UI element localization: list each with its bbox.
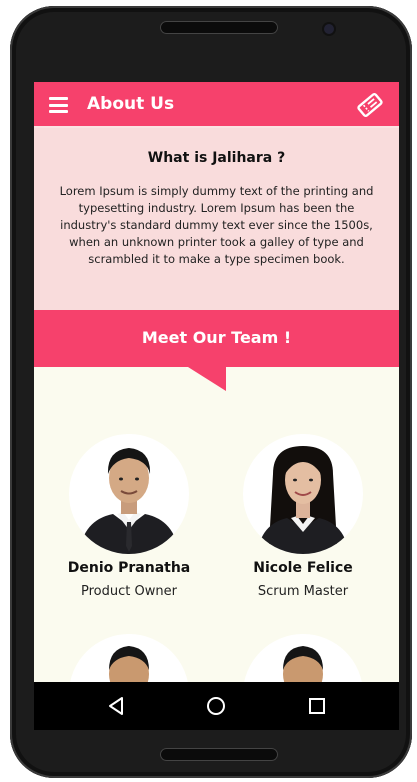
about-section: What is Jalihara ? Lorem Ipsum is simply… [34,128,399,310]
android-nav-bar [34,682,399,730]
avatar [69,434,189,554]
hamburger-menu-icon[interactable] [49,97,68,113]
app-bar: About Us [34,82,399,128]
back-triangle-icon[interactable] [104,694,128,718]
avatar [69,634,189,682]
member-name: Denio Pranatha [67,560,191,576]
member-role: Product Owner [81,584,177,599]
avatar [243,634,363,682]
team-member-card: Denio Pranatha Product Owner [49,434,209,599]
team-member-card: Nicole Felice Scrum Master [223,434,383,599]
member-role: Scrum Master [257,584,349,599]
avatar [243,434,363,554]
team-banner: Meet Our Team ! [34,310,399,367]
ticket-icon[interactable] [356,91,384,119]
team-banner-title: Meet Our Team ! [141,328,292,347]
about-description: Lorem Ipsum is simply dummy text of the … [59,184,374,266]
member-name: Nicole Felice [253,560,353,576]
about-heading: What is Jalihara ? [147,150,286,166]
recents-square-icon[interactable] [305,694,329,718]
bottom-speaker [160,748,278,761]
front-camera [324,24,334,34]
page-title: About Us [87,94,175,114]
banner-speech-tail [188,367,226,391]
home-circle-icon[interactable] [204,694,228,718]
app-screen: About Us What is Jalihara ? Lorem Ipsum … [34,82,399,682]
earpiece-speaker [160,21,278,34]
